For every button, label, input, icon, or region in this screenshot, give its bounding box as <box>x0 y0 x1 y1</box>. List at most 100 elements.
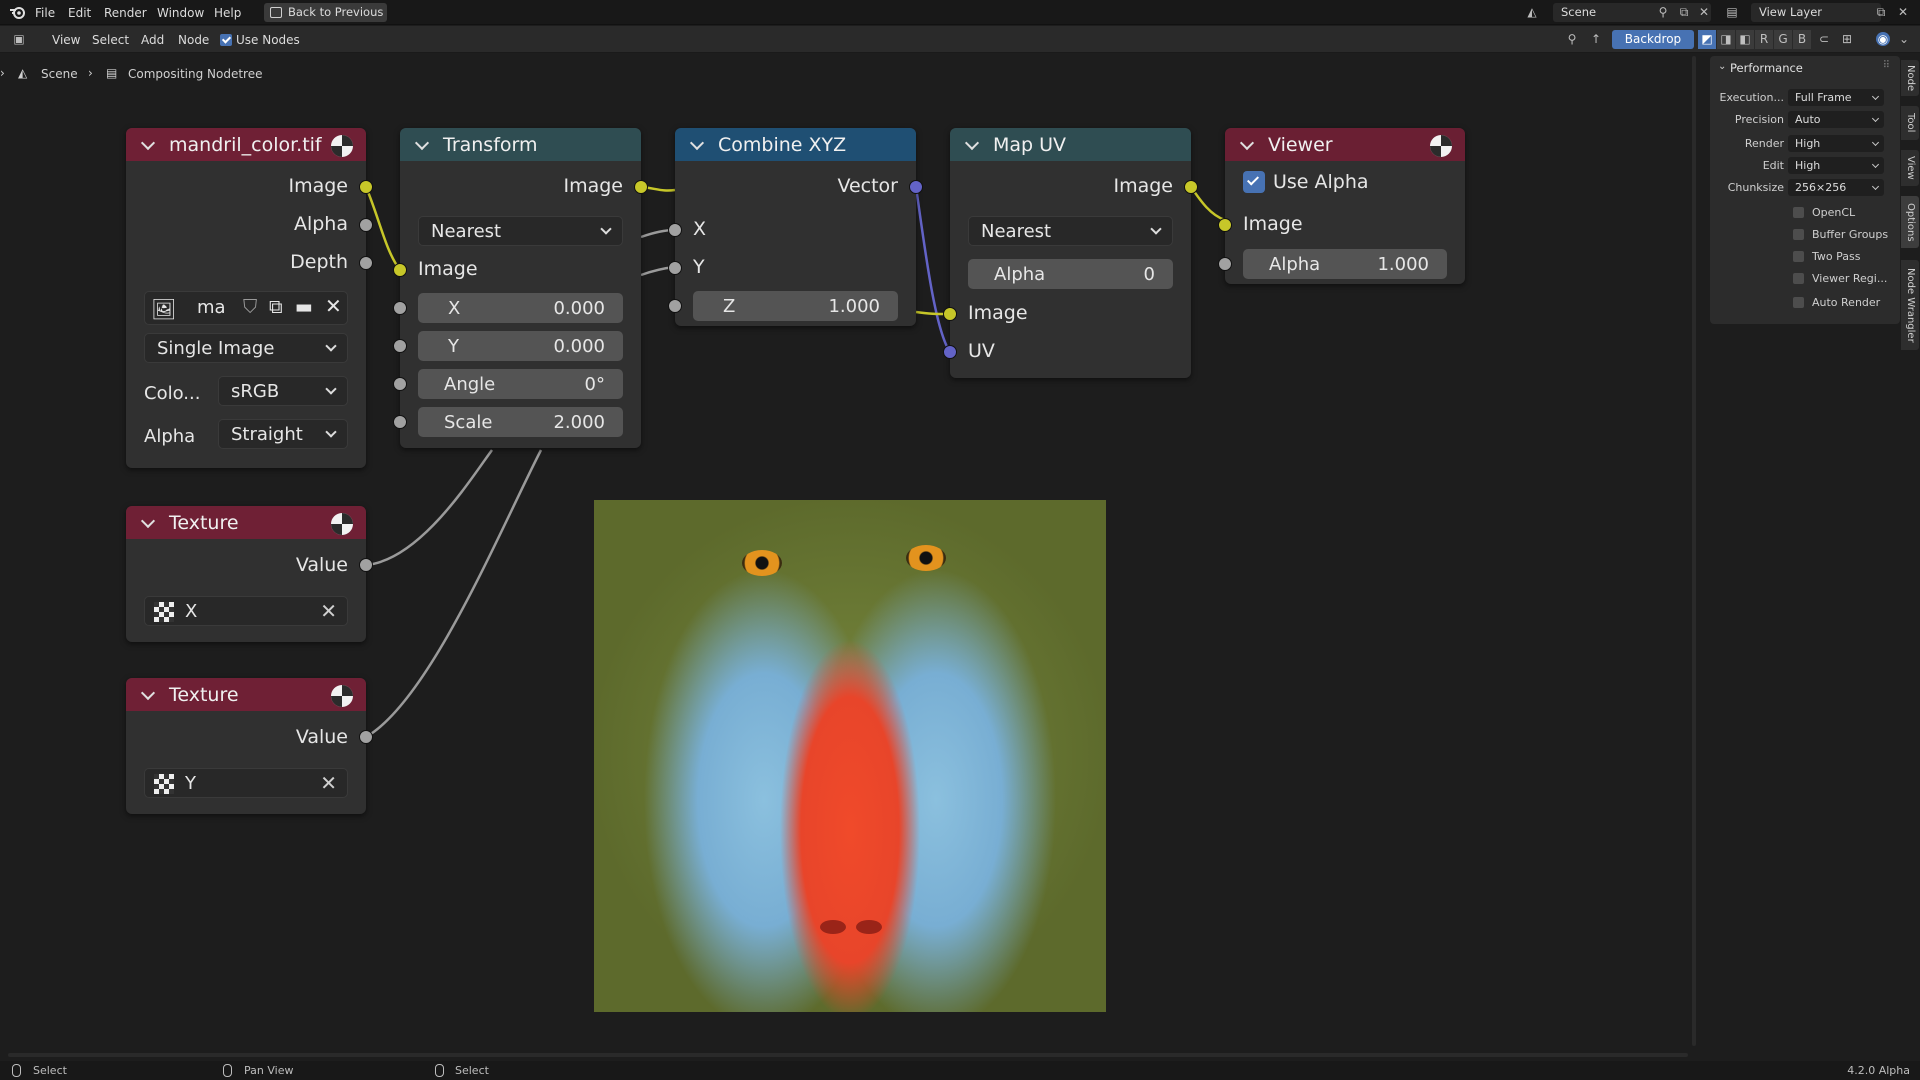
map-uv-node-header[interactable]: Map UV <box>950 128 1191 161</box>
combine-xyz-node[interactable]: Combine XYZ Vector X Y Z 1.000 <box>668 128 923 326</box>
unlink-image-icon[interactable]: ✕ <box>325 294 342 318</box>
collapse-chevron-icon[interactable] <box>414 135 430 151</box>
transform-node-header[interactable]: Transform <box>400 128 641 161</box>
panel-drag-handle-icon[interactable]: ⠿ <box>1883 60 1890 71</box>
collapse-chevron-icon[interactable] <box>964 135 980 151</box>
tab-options[interactable]: Options <box>1901 196 1919 248</box>
image-datablock-selector[interactable]: 🖼 ma ⛉ ⧉ ▬ ✕ <box>144 291 348 325</box>
breadcrumb-scene[interactable]: Scene <box>41 67 78 81</box>
channel-r-button[interactable]: R <box>1755 30 1773 49</box>
two-pass-checkbox[interactable] <box>1793 251 1804 262</box>
viewer-alpha-socket[interactable] <box>1218 257 1232 271</box>
viewer-node-header[interactable]: Viewer <box>1225 128 1465 161</box>
channel-rgb-alpha-button[interactable]: ◩ <box>1698 30 1716 49</box>
use-alpha-checkbox[interactable] <box>1243 171 1265 193</box>
transform-y-socket[interactable] <box>393 339 407 353</box>
transform-x-socket[interactable] <box>393 301 407 315</box>
channel-b-button[interactable]: B <box>1793 30 1811 49</box>
header-add-menu[interactable]: Add <box>141 33 164 47</box>
texture-x-node-header[interactable]: Texture <box>126 506 366 539</box>
view-layer-icon[interactable]: ▤ <box>1725 5 1739 19</box>
menu-file[interactable]: File <box>35 6 55 20</box>
combine-z-field[interactable]: Z 1.000 <box>693 291 898 321</box>
pin-tree-icon[interactable]: ⚲ <box>1565 32 1579 46</box>
collapse-chevron-icon[interactable] <box>140 135 156 151</box>
menu-help[interactable]: Help <box>214 6 241 20</box>
image-browse-icon[interactable]: 🖼 <box>151 297 176 321</box>
panel-collapse-icon[interactable]: ⌄ <box>1718 61 1726 72</box>
backdrop-toggle-button[interactable]: Backdrop <box>1612 30 1694 49</box>
viewer-input-image-socket[interactable] <box>1218 218 1232 232</box>
snap-mode-icon[interactable]: ⊞ <box>1840 32 1854 46</box>
channel-rgb-button[interactable]: ◨ <box>1717 30 1735 49</box>
image-source-dropdown[interactable]: Single Image <box>144 333 348 363</box>
mapuv-filter-dropdown[interactable]: Nearest <box>968 216 1173 246</box>
pin-icon[interactable]: ⚲ <box>1656 5 1670 19</box>
mapuv-input-image-socket[interactable] <box>943 307 957 321</box>
menu-render[interactable]: Render <box>104 6 147 20</box>
combine-output-vector-socket[interactable] <box>909 180 923 194</box>
tab-tool[interactable]: Tool <box>1901 106 1919 140</box>
combine-x-socket[interactable] <box>668 223 682 237</box>
combine-y-socket[interactable] <box>668 261 682 275</box>
texture-x-output-value-socket[interactable] <box>359 558 373 572</box>
use-nodes-checkbox[interactable] <box>220 34 232 46</box>
collapse-chevron-icon[interactable] <box>140 513 156 529</box>
collapse-chevron-icon[interactable] <box>140 685 156 701</box>
texture-y-node-header[interactable]: Texture <box>126 678 366 711</box>
transform-y-field[interactable]: Y 0.000 <box>418 331 623 361</box>
edit-quality-dropdown[interactable]: High <box>1788 157 1884 174</box>
scene-icon[interactable]: ◭ <box>1525 5 1539 19</box>
execution-mode-dropdown[interactable]: Full Frame <box>1788 89 1884 106</box>
overlays-icon[interactable]: ◉ <box>1876 32 1890 46</box>
texture-y-node[interactable]: Texture Value Y ✕ <box>126 678 373 814</box>
transform-input-image-socket[interactable] <box>393 263 407 277</box>
output-depth-socket[interactable] <box>359 256 373 270</box>
editor-type-icon[interactable]: ▣ <box>12 32 26 46</box>
texture-y-output-value-socket[interactable] <box>359 730 373 744</box>
render-quality-dropdown[interactable]: High <box>1788 135 1884 152</box>
output-image-socket[interactable] <box>359 180 373 194</box>
header-node-menu[interactable]: Node <box>178 33 209 47</box>
snap-icon[interactable]: ⊂ <box>1817 32 1831 46</box>
chunksize-dropdown[interactable]: 256×256 <box>1788 179 1884 196</box>
delete-view-layer-icon[interactable]: ✕ <box>1896 5 1910 19</box>
image-name-field[interactable]: ma <box>197 297 226 318</box>
texture-x-selector[interactable]: X ✕ <box>144 596 348 626</box>
parent-tree-icon[interactable]: ↑ <box>1589 32 1603 46</box>
fake-user-shield-icon[interactable]: ⛉ <box>243 296 257 318</box>
viewer-node[interactable]: Viewer Use Alpha Image Alpha 1.000 <box>1218 128 1465 284</box>
menu-window[interactable]: Window <box>157 6 204 20</box>
viewer-region-checkbox[interactable] <box>1793 273 1804 284</box>
performance-panel-title[interactable]: Performance <box>1730 61 1803 75</box>
combine-xyz-node-header[interactable]: Combine XYZ <box>675 128 916 161</box>
menu-edit[interactable]: Edit <box>68 6 91 20</box>
new-view-layer-icon[interactable]: ⧉ <box>1874 5 1888 19</box>
mapuv-alpha-field[interactable]: Alpha 0 <box>968 259 1173 289</box>
preview-sphere-icon[interactable] <box>331 513 353 535</box>
colorspace-dropdown[interactable]: sRGB <box>218 376 348 406</box>
transform-node[interactable]: Transform Image Nearest Image X 0.000 Y … <box>393 128 648 448</box>
overlays-dropdown-icon[interactable]: ⌄ <box>1897 32 1911 46</box>
collapse-chevron-icon[interactable] <box>689 135 705 151</box>
mapuv-output-image-socket[interactable] <box>1184 180 1198 194</box>
breadcrumb-nodetree[interactable]: Compositing Nodetree <box>128 67 263 81</box>
vertical-scrollbar[interactable] <box>1692 56 1696 1046</box>
header-view-menu[interactable]: View <box>52 33 80 47</box>
blender-logo-icon[interactable] <box>9 4 26 21</box>
viewer-alpha-field[interactable]: Alpha 1.000 <box>1243 249 1447 279</box>
open-image-folder-icon[interactable]: ▬ <box>295 296 313 318</box>
delete-scene-icon[interactable]: ✕ <box>1697 5 1711 19</box>
buffer-groups-checkbox[interactable] <box>1793 229 1804 240</box>
alpha-mode-dropdown[interactable]: Straight <box>218 419 348 449</box>
new-scene-icon[interactable]: ⧉ <box>1677 5 1691 19</box>
tab-view[interactable]: View <box>1901 150 1919 186</box>
channel-alpha-button[interactable]: ◧ <box>1736 30 1754 49</box>
map-uv-node[interactable]: Map UV Image Nearest Alpha 0 Image UV <box>943 128 1198 378</box>
tab-node-wrangler[interactable]: Node Wrangler <box>1901 260 1919 350</box>
tab-node[interactable]: Node <box>1901 60 1919 96</box>
transform-scale-socket[interactable] <box>393 415 407 429</box>
unlink-texture-icon[interactable]: ✕ <box>320 771 337 795</box>
combine-z-socket[interactable] <box>668 299 682 313</box>
mapuv-input-uv-socket[interactable] <box>943 345 957 359</box>
